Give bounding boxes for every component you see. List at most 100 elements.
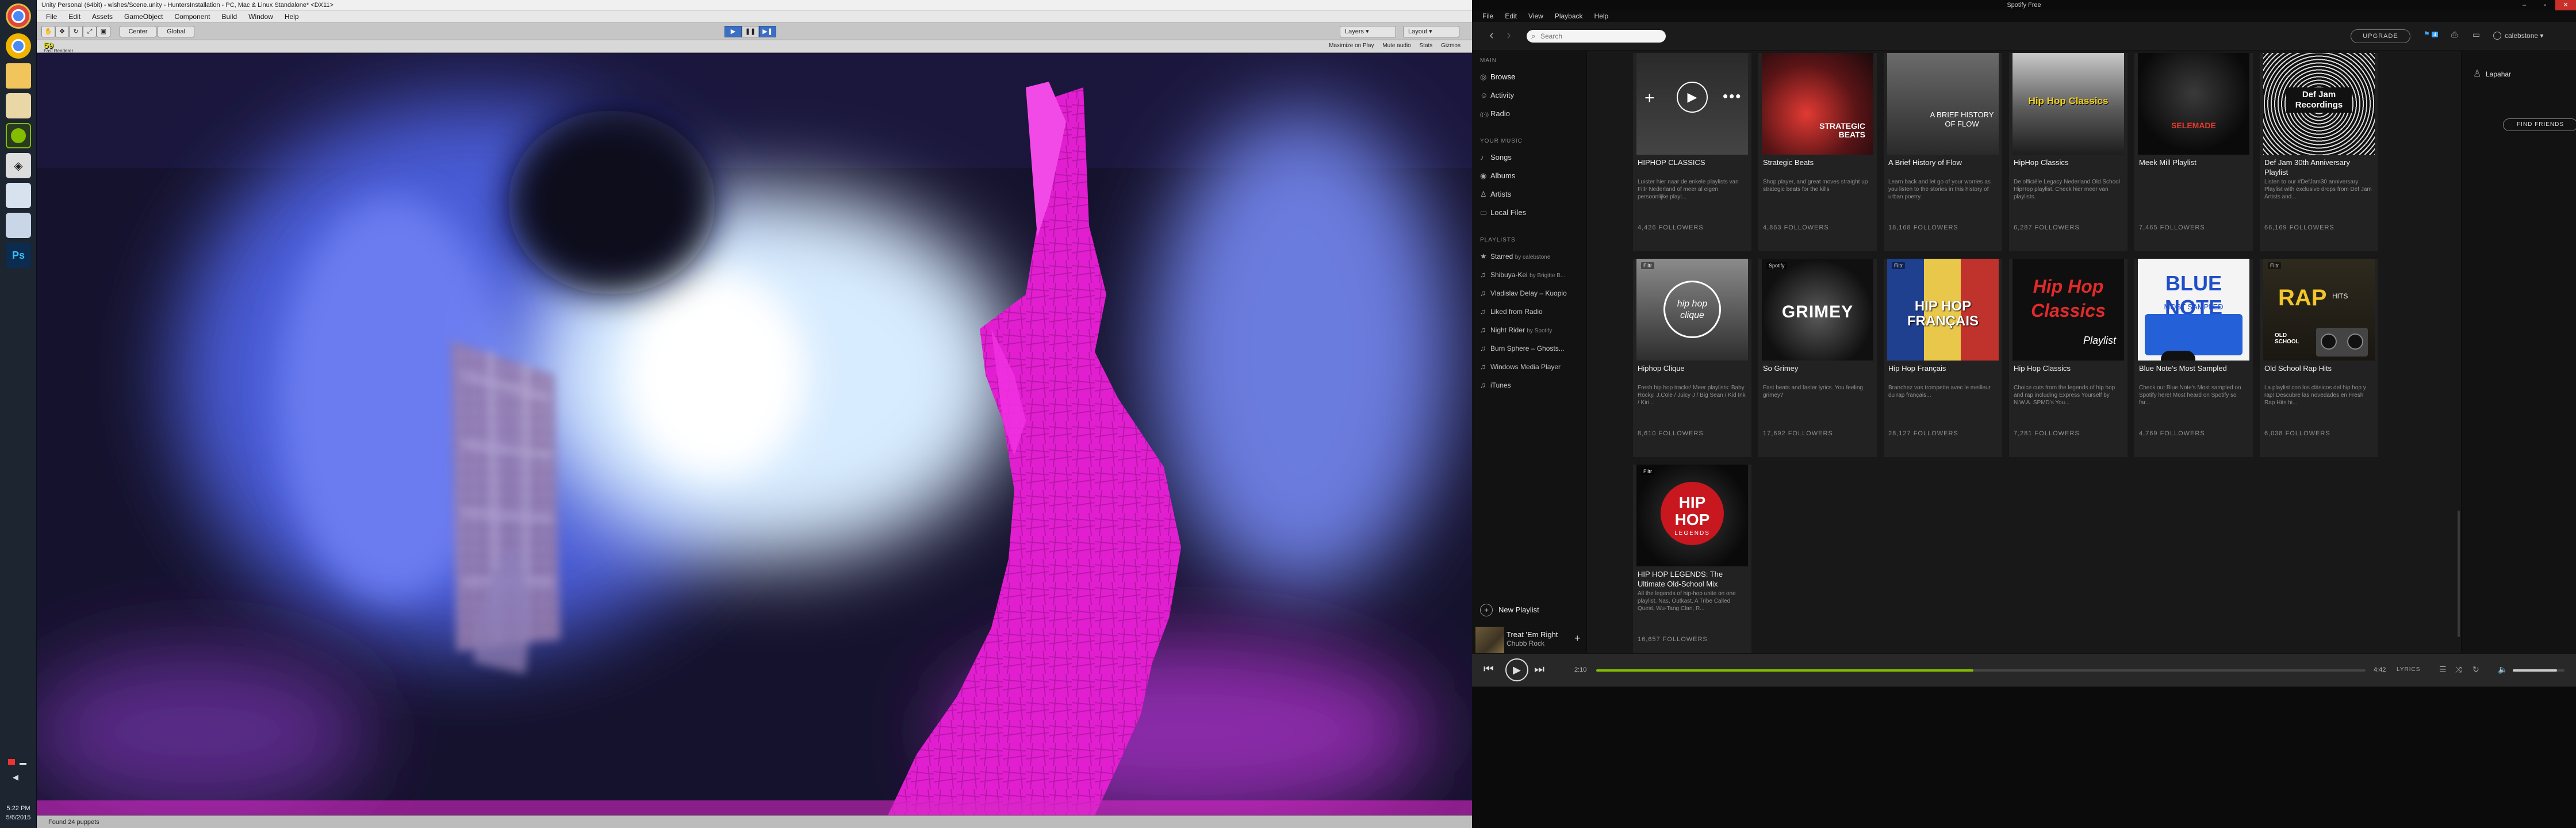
folder-icon[interactable] (6, 63, 31, 89)
content-scrollbar[interactable] (2457, 51, 2461, 653)
sp-menu-help[interactable]: Help (1589, 12, 1615, 20)
playlist-card[interactable]: BLUE NOTE MOST SAMPLED Blue Note's Most … (2134, 259, 2253, 457)
spotify-icon[interactable] (6, 123, 31, 148)
move-tool-button[interactable]: ✥ (55, 26, 69, 37)
system-tray[interactable]: ◀ (0, 753, 37, 788)
devices-icon[interactable]: ▭ (2472, 30, 2480, 40)
unity-menu-component[interactable]: Component (168, 13, 216, 21)
playlist-card[interactable]: Filtr RAP HITS OLD SCHOOL Old School Rap… (2260, 259, 2378, 457)
playlist-cover[interactable]: Spotify GRIMEY (1762, 259, 1873, 361)
queue-icon[interactable]: ☰ (2439, 665, 2447, 674)
unity-icon[interactable]: ◈ (6, 153, 31, 178)
find-friends-button[interactable]: FIND FRIENDS (2503, 118, 2576, 131)
photoshop-icon[interactable]: Ps (6, 243, 31, 268)
sp-menu-view[interactable]: View (1523, 12, 1549, 20)
mute-audio-toggle[interactable]: Mute audio (1382, 43, 1410, 49)
playlist-vladislav-delay[interactable]: ♫ Vladislav Delay – Kuopio (1480, 285, 1584, 301)
minimize-button[interactable]: – (2514, 0, 2535, 10)
maximize-on-play-toggle[interactable]: Maximize on Play (1329, 43, 1374, 49)
playlist-name[interactable]: A Brief History of Flow (1888, 158, 1998, 167)
chrome-icon[interactable] (6, 3, 31, 29)
forward-arrow-icon[interactable]: › (1503, 29, 1515, 42)
taskbar-clock[interactable]: 5:22 PM 5/6/2015 (1, 804, 36, 822)
sidebar-item-browse[interactable]: ◎ Browse (1480, 69, 1584, 85)
gizmos-toggle[interactable]: Gizmos (1441, 43, 1460, 49)
upgrade-button[interactable]: UPGRADE (2351, 29, 2410, 43)
step-button[interactable]: ▶❚ (759, 26, 776, 37)
search-input[interactable] (1540, 31, 1661, 41)
sidebar-item-albums[interactable]: ◉ Albums (1480, 168, 1584, 184)
layout-dropdown[interactable]: Layout ▾ (1403, 26, 1459, 37)
playlist-cover[interactable]: A BRIEF HISTORY OF FLOW (1887, 53, 1999, 155)
hand-tool-button[interactable]: ✋ (41, 26, 55, 37)
playlist-card[interactable]: Hip Hop Classics HipHop Classics De offi… (2009, 53, 2128, 251)
unity-menu-assets[interactable]: Assets (86, 13, 118, 21)
sidebar-item-radio[interactable]: ((·)) Radio (1480, 106, 1584, 122)
pause-button[interactable]: ❚❚ (742, 26, 759, 37)
unity-menu-gameobject[interactable]: GameObject (118, 13, 168, 21)
notifications-icon[interactable]: ⚑ 4 (2424, 30, 2439, 38)
playlist-name[interactable]: So Grimey (1763, 363, 1872, 373)
playlist-cover[interactable]: Filtr HIP HOP LEGENDS (1636, 465, 1748, 566)
playlist-name[interactable]: Def Jam 30th Anniversary Playlist (2264, 158, 2374, 177)
unity-menu-window[interactable]: Window (243, 13, 279, 21)
shuffle-icon[interactable]: ⤨ (2455, 665, 2462, 674)
repeat-icon[interactable]: ↻ (2472, 665, 2479, 674)
playlist-card[interactable]: STRATEGIC BEATS Strategic Beats Shop pla… (1758, 53, 1877, 251)
sidebar-item-local-files[interactable]: ▭ Local Files (1480, 205, 1584, 221)
playlist-name[interactable]: Strategic Beats (1763, 158, 1872, 167)
playlist-itunes[interactable]: ♫ iTunes (1480, 377, 1584, 393)
playlist-cover[interactable]: SELEMADE (2138, 53, 2249, 155)
pivot-toggle[interactable]: Center (120, 26, 156, 37)
now-playing-cover-art[interactable] (1475, 627, 1504, 656)
game-viewport[interactable] (37, 53, 1472, 815)
play-button[interactable]: ▶ (724, 26, 742, 37)
add-to-library-icon[interactable]: + (1574, 632, 1581, 645)
playlist-name[interactable]: Hiphop Clique (1638, 363, 1747, 373)
playlist-windows-media-player[interactable]: ♫ Windows Media Player (1480, 359, 1584, 375)
maximize-button[interactable]: ▫ (2535, 0, 2555, 10)
chrome-canary-icon[interactable] (6, 33, 31, 59)
play-icon[interactable]: ▶ (1505, 658, 1528, 681)
playlist-name[interactable]: Old School Rap Hits (2264, 363, 2374, 373)
playlist-starred[interactable]: ★ Starred by calebstone (1480, 248, 1584, 264)
space-toggle[interactable]: Global (158, 26, 194, 37)
previous-icon[interactable]: ⏮ (1483, 663, 1494, 676)
playlist-name[interactable]: HIP HOP LEGENDS: The Ultimate Old-School… (1638, 569, 1747, 589)
playlist-card[interactable]: A BRIEF HISTORY OF FLOW A Brief History … (1884, 53, 2002, 251)
back-arrow-icon[interactable]: ‹ (1486, 29, 1497, 42)
layers-dropdown[interactable]: Layers ▾ (1340, 26, 1396, 37)
now-playing-artist[interactable]: Chubb Rock (1506, 639, 1544, 647)
playlist-name[interactable]: Meek Mill Playlist (2139, 158, 2248, 167)
volume-icon[interactable]: 🔈 (2498, 665, 2508, 674)
playlist-night-rider[interactable]: ♫ Night Rider by Spotify (1480, 322, 1584, 338)
inbox-icon[interactable]: ⎙ (2451, 30, 2458, 40)
tray-flag-icon[interactable] (8, 759, 15, 765)
rotate-tool-button[interactable]: ↻ (69, 26, 83, 37)
unity-menu-help[interactable]: Help (279, 13, 305, 21)
playlist-cover[interactable]: Filtr HIP HOP FRANÇAIS (1887, 259, 1999, 361)
close-button[interactable]: ✕ (2555, 0, 2576, 10)
unity-menu-edit[interactable]: Edit (63, 13, 86, 21)
playlist-cover[interactable]: Hip Hop Classics (2012, 53, 2124, 155)
now-playing-title[interactable]: Treat 'Em Right (1506, 630, 1558, 639)
search-box[interactable]: ⌕ (1527, 30, 1666, 43)
playlist-name[interactable]: Blue Note's Most Sampled (2139, 363, 2248, 373)
next-icon[interactable]: ⏭ (1534, 663, 1544, 676)
file-icon[interactable] (6, 183, 31, 208)
progress-bar[interactable] (1596, 669, 2366, 672)
friend-name[interactable]: Lapahar (2486, 70, 2511, 78)
playlist-liked-from-radio[interactable]: ♫ Liked from Radio (1480, 304, 1584, 320)
volume-slider[interactable] (2513, 669, 2564, 672)
playlist-cover[interactable]: BLUE NOTE MOST SAMPLED (2138, 259, 2249, 361)
playlist-cover[interactable]: Def Jam Recordings (2263, 53, 2375, 155)
unity-menu-file[interactable]: File (40, 13, 63, 21)
add-playlist-icon[interactable]: + (1644, 89, 1655, 108)
playlist-shibuya-kei[interactable]: ♫ Shibuya-Kei by Brigitte B... (1480, 267, 1584, 283)
playlist-card[interactable]: Filtr HIP HOP FRANÇAIS Hip Hop Français … (1884, 259, 2002, 457)
playlist-cover[interactable]: Filtr RAP HITS OLD SCHOOL (2263, 259, 2375, 361)
playlist-card[interactable]: + ▶ ••• HIPHOP CLASSICS Luister hier naa… (1633, 53, 1751, 251)
playlist-card[interactable]: SELEMADE Meek Mill Playlist 7,465 FOLLOW… (2134, 53, 2253, 251)
new-playlist-button[interactable]: + New Playlist (1480, 604, 1539, 616)
scale-tool-button[interactable]: ⤢ (83, 26, 97, 37)
